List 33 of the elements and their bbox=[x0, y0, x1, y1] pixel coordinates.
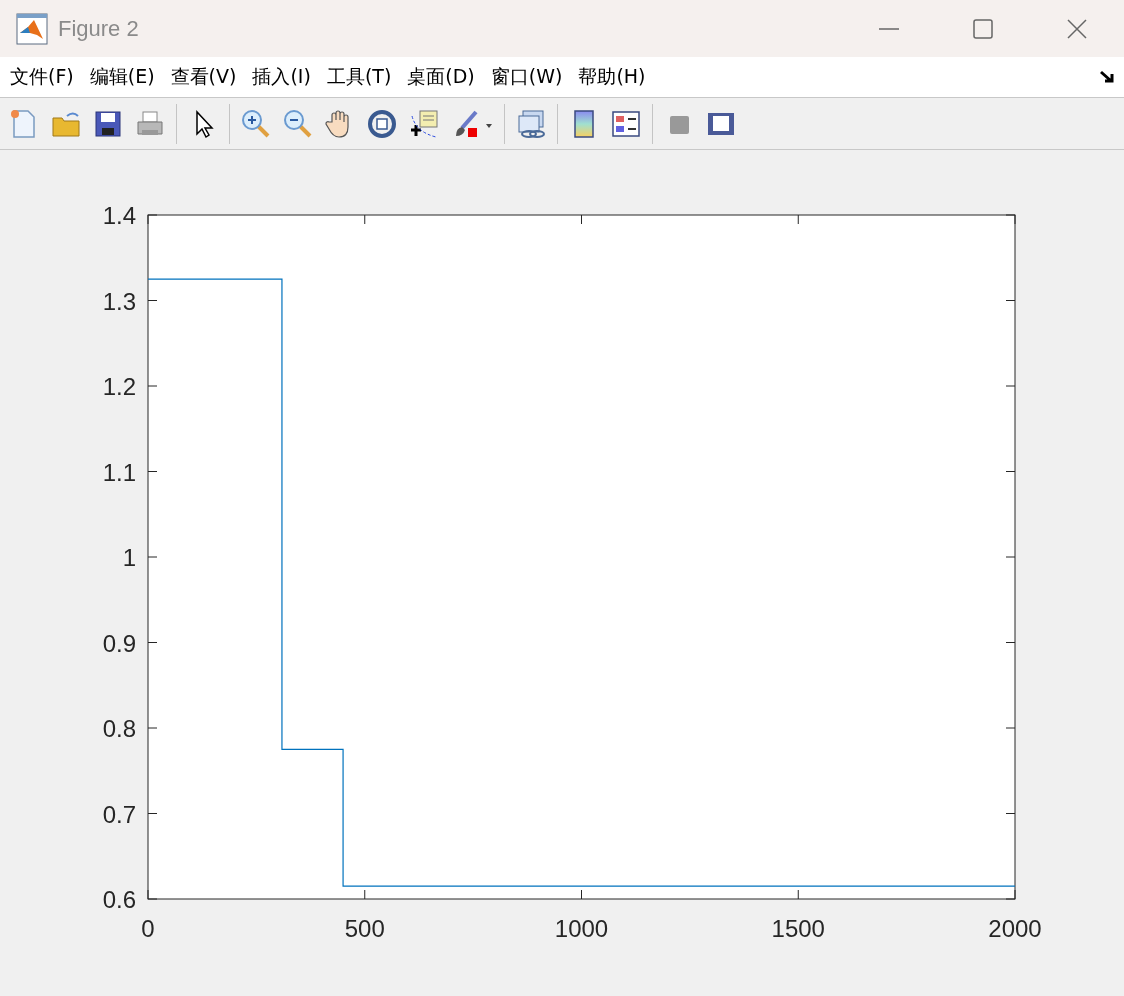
x-tick-label: 1000 bbox=[554, 915, 609, 942]
data-tip-icon[interactable] bbox=[408, 107, 440, 140]
menu-item[interactable]: 工具(T) bbox=[326, 64, 392, 90]
rotate-icon[interactable] bbox=[366, 107, 398, 140]
x-tick-label: 1500 bbox=[771, 915, 825, 942]
menu-item[interactable]: 帮助(H) bbox=[578, 64, 646, 90]
y-tick-label: 0.9 bbox=[102, 629, 136, 657]
x-tick-label: 500 bbox=[344, 915, 385, 942]
menu-item[interactable]: 插入(I) bbox=[252, 64, 311, 90]
close-icon[interactable] bbox=[1065, 16, 1089, 41]
link-icon[interactable] bbox=[515, 107, 547, 140]
zoom-in-icon[interactable] bbox=[240, 107, 272, 140]
y-tick-label: 1 bbox=[122, 544, 136, 571]
menu-item[interactable]: 查看(V) bbox=[170, 64, 237, 90]
y-tick-label: 1.1 bbox=[102, 458, 136, 486]
y-tick-label: 1.3 bbox=[102, 287, 136, 315]
dock-arrow-icon[interactable] bbox=[1100, 70, 1116, 84]
y-tick-label: 0.6 bbox=[102, 886, 136, 913]
zoom-out-icon[interactable] bbox=[282, 107, 314, 140]
menu-item[interactable]: 文件(F) bbox=[10, 64, 74, 90]
menu-item[interactable]: 编辑(E) bbox=[89, 64, 155, 90]
x-tick-label: 2000 bbox=[988, 915, 1042, 942]
y-tick-label: 0.7 bbox=[102, 800, 136, 828]
menu-item[interactable]: 窗口(W) bbox=[490, 64, 563, 90]
y-tick-label: 1.2 bbox=[102, 373, 136, 400]
app-logo-icon bbox=[16, 12, 48, 45]
minimize-icon[interactable] bbox=[877, 26, 901, 31]
window-title: Figure 2 bbox=[58, 15, 139, 42]
y-tick-label: 1.4 bbox=[102, 202, 136, 229]
maximize-icon[interactable] bbox=[972, 17, 994, 40]
x-tick-label: 0 bbox=[141, 915, 155, 942]
y-tick-label: 0.8 bbox=[102, 715, 136, 742]
menu-item[interactable]: 桌面(D) bbox=[407, 64, 475, 90]
